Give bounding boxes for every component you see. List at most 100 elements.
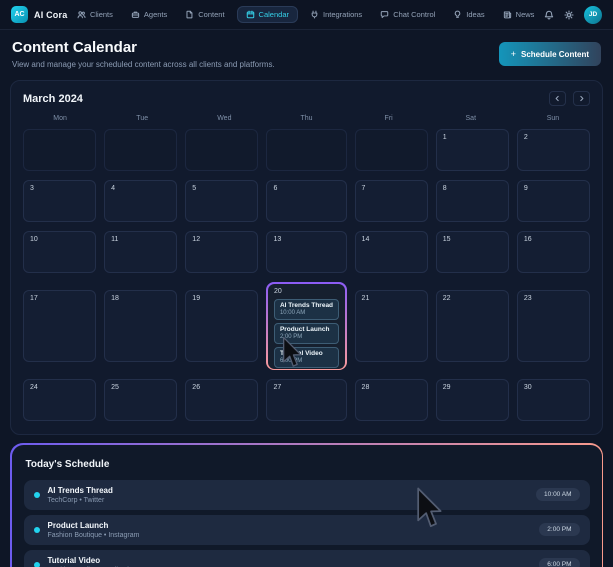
schedule-list-item[interactable]: Product LaunchFashion Boutique • Instagr…: [24, 515, 590, 545]
day-number: 24: [30, 384, 89, 391]
status-dot-icon: [34, 562, 40, 567]
day-cell-13[interactable]: 13: [266, 231, 346, 273]
schedule-item-title: AI Trends Thread: [48, 486, 529, 495]
calendar-icon: [246, 10, 255, 19]
day-cell-5[interactable]: 5: [185, 180, 258, 222]
day-cell-19[interactable]: 19: [185, 290, 258, 362]
main-nav: Clients Agents Content Calendar Integrations…: [71, 6, 540, 23]
day-cell-8[interactable]: 8: [436, 180, 509, 222]
day-cell-12[interactable]: 12: [185, 231, 258, 273]
schedule-content-button[interactable]: + Schedule Content: [499, 42, 601, 66]
weekday-label: Sat: [434, 115, 508, 122]
day-cell-28[interactable]: 28: [355, 379, 428, 421]
empty-day-cell: [355, 129, 428, 171]
gear-icon[interactable]: [564, 10, 574, 20]
nav-item-calendar[interactable]: Calendar: [237, 6, 298, 23]
day-number: 20: [274, 288, 339, 295]
day-cell-6[interactable]: 6: [266, 180, 346, 222]
day-number: 21: [362, 295, 421, 302]
day-cell-27[interactable]: 27: [266, 379, 346, 421]
nav-item-chat-control[interactable]: Chat Control: [374, 6, 441, 23]
nav-item-label: Integrations: [323, 10, 362, 19]
avatar[interactable]: JD: [584, 6, 602, 24]
schedule-list-item[interactable]: AI Trends Thread TechCorp • Twitter 10:00 …: [24, 480, 590, 510]
month-label: March 2024: [23, 93, 83, 105]
day-cell-14[interactable]: 14: [355, 231, 428, 273]
day-number: 13: [273, 236, 339, 243]
day-number: 7: [362, 185, 421, 192]
nav-item-agents[interactable]: Agents: [125, 6, 173, 23]
event-time: 6:00 PM: [280, 358, 333, 364]
nav-item-label: Ideas: [466, 10, 484, 19]
nav-item-clients[interactable]: Clients: [71, 6, 119, 23]
bell-icon[interactable]: [544, 10, 554, 20]
top-nav: AC AI Cora Clients Agents Content Calendar I…: [0, 0, 613, 30]
users-icon: [77, 10, 86, 19]
day-cell-11[interactable]: 11: [104, 231, 177, 273]
day-cell-1[interactable]: 1: [436, 129, 509, 171]
day-cell-9[interactable]: 9: [517, 180, 590, 222]
day-number: 10: [30, 236, 89, 243]
event-title: Product Launch: [280, 326, 333, 333]
day-number: 5: [192, 185, 251, 192]
nav-item-ideas[interactable]: Ideas: [447, 6, 490, 23]
weekday-label: Sun: [516, 115, 590, 122]
day-cell-16[interactable]: 16: [517, 231, 590, 273]
schedule-item-title: Product Launch: [48, 521, 532, 530]
schedule-item-client-platform: TechCorp • Twitter: [48, 497, 529, 504]
schedule-item-time-badge: 10:00 AM: [536, 488, 579, 501]
day-number: 17: [30, 295, 89, 302]
day-cell-24[interactable]: 24: [23, 379, 96, 421]
day-cell-2[interactable]: 2: [517, 129, 590, 171]
day-number: 18: [111, 295, 170, 302]
day-cell-22[interactable]: 22: [436, 290, 509, 362]
day-cell-3[interactable]: 3: [23, 180, 96, 222]
chevron-right-icon: [578, 95, 585, 102]
nav-item-news[interactable]: News: [497, 6, 541, 23]
event-chip[interactable]: AI Trends Thread10:00 AM: [274, 299, 339, 320]
day-number: 27: [273, 384, 339, 391]
day-cell-18[interactable]: 18: [104, 290, 177, 362]
day-cell-20[interactable]: 20 AI Trends Thread10:00 AM Product Launch…: [268, 284, 345, 369]
next-month-button[interactable]: [573, 91, 590, 106]
day-cell-15[interactable]: 15: [436, 231, 509, 273]
highlighted-day-cell[interactable]: 20 AI Trends Thread10:00 AM Product Launch…: [266, 282, 346, 370]
empty-day-cell: [266, 129, 346, 171]
day-number: 30: [524, 384, 583, 391]
day-number: 4: [111, 185, 170, 192]
day-number: 29: [443, 384, 502, 391]
day-cell-10[interactable]: 10: [23, 231, 96, 273]
event-chip[interactable]: Product Launch2:00 PM: [274, 323, 339, 344]
event-title: AI Trends Thread: [280, 302, 333, 309]
day-cell-25[interactable]: 25: [104, 379, 177, 421]
empty-day-cell: [104, 129, 177, 171]
day-number: 28: [362, 384, 421, 391]
prev-month-button[interactable]: [549, 91, 566, 106]
day-number: 3: [30, 185, 89, 192]
event-time: 10:00 AM: [280, 310, 333, 316]
day-cell-4[interactable]: 4: [104, 180, 177, 222]
day-number: 14: [362, 236, 421, 243]
day-cell-30[interactable]: 30: [517, 379, 590, 421]
day-cell-17[interactable]: 17: [23, 290, 96, 362]
month-nav: [549, 91, 590, 106]
day-cell-26[interactable]: 26: [185, 379, 258, 421]
main-content: Content Calendar View and manage your sc…: [0, 30, 613, 567]
day-events: AI Trends Thread10:00 AM Product Launch2:…: [274, 299, 339, 368]
page-subtitle: View and manage your scheduled content a…: [12, 60, 275, 69]
weekday-header-row: MonTueWedThuFriSatSun: [23, 115, 590, 122]
schedule-item-time-badge: 2:00 PM: [539, 523, 579, 536]
schedule-list-item[interactable]: Tutorial VideoHealth & Wellness • TikTok…: [24, 550, 590, 567]
nav-item-label: Content: [198, 10, 224, 19]
nav-item-integrations[interactable]: Integrations: [304, 6, 368, 23]
nav-item-content[interactable]: Content: [179, 6, 230, 23]
event-chip[interactable]: Tutorial Video6:00 PM: [274, 347, 339, 368]
brand: AC AI Cora: [11, 6, 67, 23]
day-cell-21[interactable]: 21: [355, 290, 428, 362]
day-cell-7[interactable]: 7: [355, 180, 428, 222]
day-cell-29[interactable]: 29: [436, 379, 509, 421]
day-cell-23[interactable]: 23: [517, 290, 590, 362]
todays-schedule-panel: Today's Schedule AI Trends ThreadTechCor…: [10, 443, 603, 567]
calendar-panel: March 2024 MonTueWedThuFriSatSun 1234567…: [10, 80, 603, 435]
day-number: 19: [192, 295, 251, 302]
